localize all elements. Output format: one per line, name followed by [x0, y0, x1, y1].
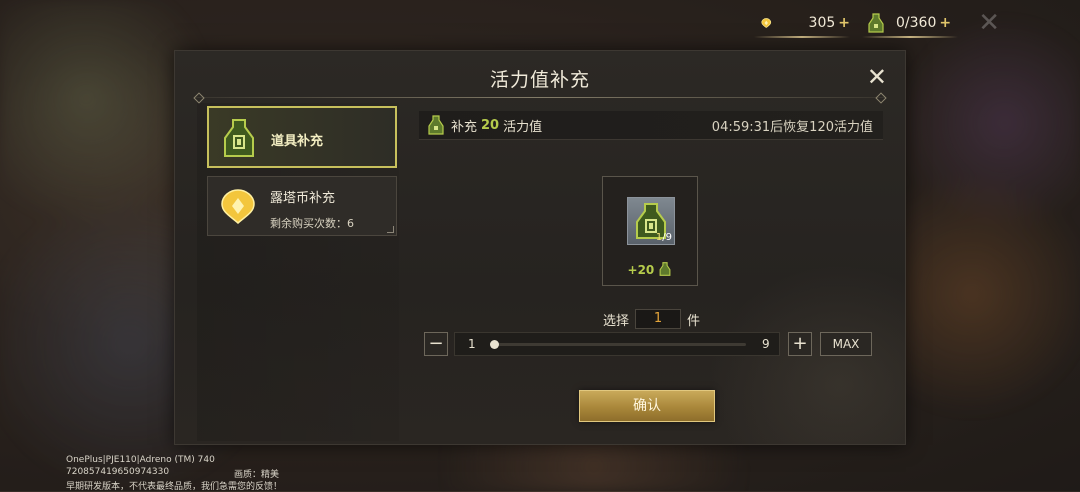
slider-min-label: 1 — [468, 337, 476, 351]
remaining-purchases: 剩余购买次数：6 — [270, 217, 354, 230]
title-divider — [195, 97, 885, 98]
vitality-value: 0/360 — [896, 15, 937, 31]
background-close-icon: ✕ — [978, 8, 1000, 38]
gold-add-button[interactable]: + — [838, 15, 850, 31]
tab-gold-refill[interactable]: 露塔币补充 剩余购买次数：6 — [207, 176, 397, 236]
vitality-add-button[interactable]: + — [939, 15, 951, 31]
dialog-title: 活力值补充 — [489, 69, 590, 91]
vitality-potion-icon — [219, 116, 259, 157]
quantity-select-row: 选择 1 件 — [603, 309, 700, 329]
decrease-button[interactable]: − — [424, 332, 448, 356]
refill-info-bar: 补充 20 活力值 04:59:31后恢复120活力值 — [419, 111, 883, 140]
quantity-slider[interactable] — [490, 340, 746, 349]
tab-gold-refill-label: 露塔币补充 — [270, 191, 336, 206]
tab-list: 道具补充 露塔币补充 剩余购买次数：6 — [197, 103, 399, 441]
select-prefix: 选择 — [603, 313, 630, 329]
info-amount: 20 — [481, 117, 500, 133]
quantity-input[interactable]: 1 — [635, 309, 682, 329]
info-suffix: 活力值 — [503, 119, 543, 135]
gold-currency[interactable]: 305 + — [754, 10, 850, 38]
device-id: 720857419650974330 — [66, 467, 170, 477]
gold-value: 305 — [808, 15, 836, 31]
item-count-total: /9 — [662, 232, 672, 243]
gold-underline — [754, 36, 850, 38]
select-suffix: 件 — [687, 313, 701, 329]
corner-decoration — [387, 226, 394, 233]
item-card[interactable]: 1/9 +20 — [602, 176, 698, 286]
gold-drop-icon — [218, 186, 258, 226]
item-gain-value: +20 — [627, 263, 655, 277]
quantity-slider-row: − 1 9 + MAX — [424, 332, 876, 358]
vitality-refill-dialog: 活力值补充 ✕ 道具补充 露塔币补充 剩余购买次数：6 补充 20 活力值 04… — [174, 50, 906, 445]
item-gain: +20 — [603, 261, 697, 277]
vitality-potion-icon — [428, 115, 444, 135]
slider-max-label: 9 — [762, 337, 770, 351]
vitality-potion-icon — [868, 13, 884, 33]
close-icon[interactable]: ✕ — [867, 65, 887, 89]
gold-drop-icon — [761, 18, 772, 28]
increase-button[interactable]: + — [788, 332, 812, 356]
confirm-button[interactable]: 确认 — [579, 390, 715, 422]
recover-timer: 04:59:31后恢复120活力值 — [711, 119, 873, 135]
item-slot[interactable]: 1/9 — [627, 197, 675, 245]
slider-thumb[interactable] — [490, 340, 499, 349]
vitality-currency[interactable]: 0/360 + — [862, 10, 958, 38]
tab-item-refill-label: 道具补充 — [271, 134, 324, 149]
tab-item-refill[interactable]: 道具补充 — [207, 106, 397, 168]
vitality-underline — [862, 36, 958, 38]
info-prefix: 补充 — [451, 119, 478, 135]
dev-notice: 早期研发版本，不代表最终品质，我们急需您的反馈！ — [66, 482, 283, 492]
vitality-potion-icon — [660, 262, 671, 276]
item-count: 1/9 — [656, 232, 672, 243]
device-info: OnePlus|PJE110|Adreno (TM) 740 — [66, 455, 215, 465]
max-button[interactable]: MAX — [820, 332, 872, 356]
